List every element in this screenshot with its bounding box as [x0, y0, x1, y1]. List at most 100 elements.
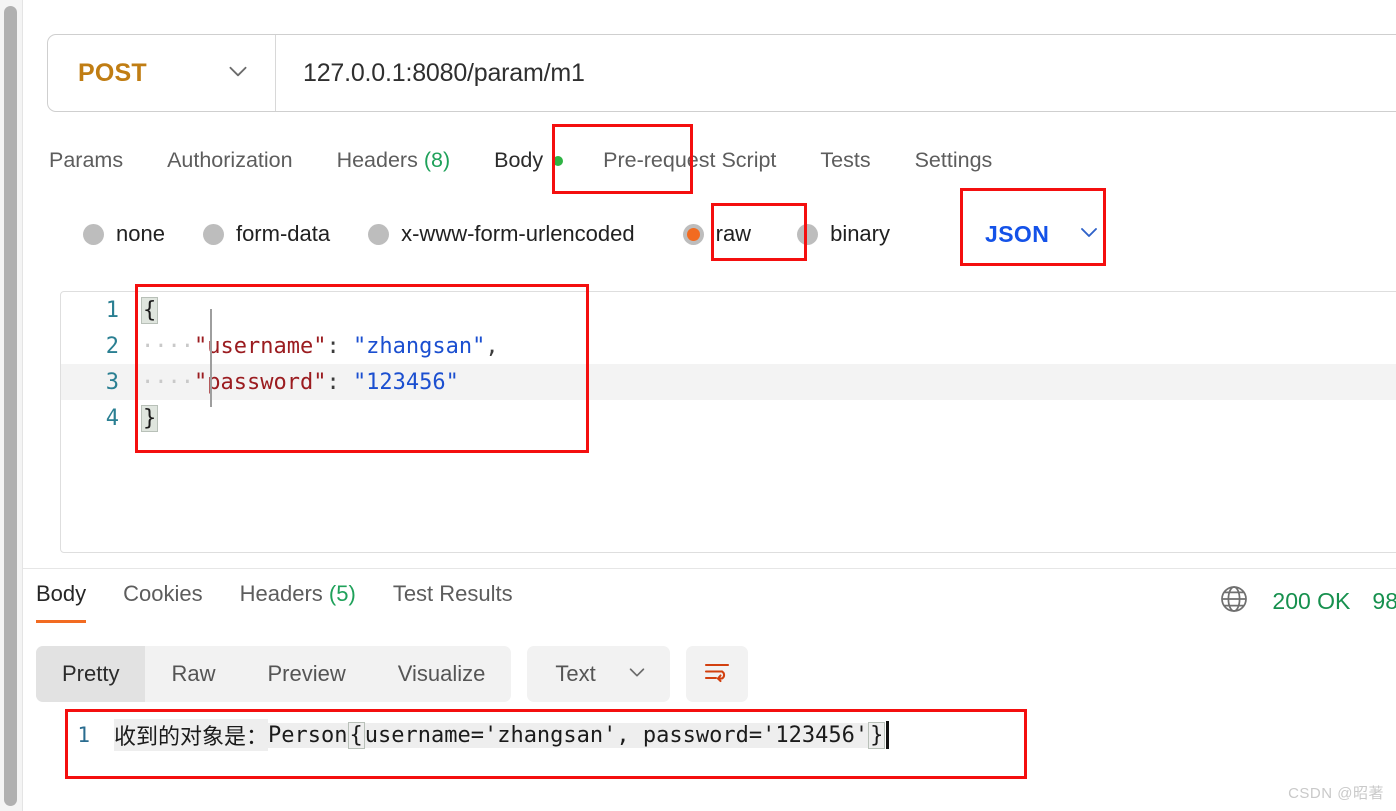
radio-form-data[interactable]: form-data — [202, 221, 331, 247]
radio-raw-label: raw — [715, 221, 752, 246]
viewer-mode-visualize-label: Visualize — [397, 661, 486, 686]
radio-binary-label: binary — [830, 221, 890, 246]
tab-pre-request-script[interactable]: Pre-request Script — [603, 150, 776, 172]
tab-tests-label: Tests — [820, 148, 871, 173]
viewer-mode-visualize[interactable]: Visualize — [372, 646, 512, 702]
code-colon: : — [326, 369, 340, 395]
request-body-editor[interactable]: 1 { 2 ···· "username" : "zhangsan" , 3 ·… — [60, 291, 1396, 553]
url-input[interactable]: 127.0.0.1:8080/param/m1 — [276, 59, 585, 88]
viewer-mode-preview-label: Preview — [267, 661, 346, 686]
tab-pre-request-script-label: Pre-request Script — [603, 148, 777, 173]
text-cursor — [886, 721, 890, 749]
response-tab-cookies[interactable]: Cookies — [123, 581, 202, 623]
tab-tests[interactable]: Tests — [820, 150, 870, 172]
tab-headers-count: (8) — [423, 148, 451, 173]
chevron-down-icon — [626, 661, 648, 688]
response-tab-body[interactable]: Body — [36, 581, 87, 623]
tab-body-label: Body — [494, 148, 544, 173]
response-size: 98 — [1372, 588, 1396, 614]
wrap-lines-button[interactable] — [685, 646, 748, 702]
line-number: 2 — [105, 333, 119, 359]
code-key: "password" — [193, 369, 327, 395]
radio-none[interactable]: none — [83, 221, 165, 247]
code-line-4: 4 } — [61, 400, 1396, 436]
globe-icon — [1218, 583, 1250, 620]
response-code-line-1: 1 收到的对象是： Person { username='zhangsan', … — [36, 714, 1396, 756]
raw-format-label: JSON — [985, 220, 1050, 247]
response-format-selector[interactable]: Text — [527, 646, 670, 702]
code-line-3: 3 ···· "password" : "123456" — [61, 364, 1396, 400]
tab-params[interactable]: Params — [49, 150, 123, 172]
code-indent: ···· — [141, 369, 194, 395]
code-brace-open: { — [141, 296, 159, 324]
code-key: "username" — [193, 333, 327, 359]
radio-raw[interactable]: raw — [682, 221, 752, 247]
response-tab-body-label: Body — [36, 581, 87, 606]
tab-settings[interactable]: Settings — [915, 150, 993, 172]
code-value: "123456" — [352, 369, 459, 395]
code-brace-close: } — [141, 404, 159, 432]
tab-authorization[interactable]: Authorization — [167, 150, 293, 172]
page-scrollbar-thumb[interactable] — [4, 6, 17, 806]
request-pane: POST 127.0.0.1:8080/param/m1 Params Auth… — [23, 0, 1396, 569]
tab-authorization-label: Authorization — [167, 148, 293, 173]
code-line-1: 1 { — [61, 292, 1396, 328]
line-number: 1 — [77, 723, 90, 747]
tab-headers-label: Headers — [336, 148, 418, 173]
radio-binary[interactable]: binary — [797, 221, 890, 247]
response-format-label: Text — [555, 661, 596, 686]
tab-settings-label: Settings — [914, 148, 993, 173]
tab-body[interactable]: Body — [494, 148, 564, 173]
request-tabs: Params Authorization Headers (8) Body Pr… — [49, 133, 1036, 189]
radio-x-www-form-urlencoded[interactable]: x-www-form-urlencoded — [368, 221, 635, 247]
postman-window: POST 127.0.0.1:8080/param/m1 Params Auth… — [0, 0, 1396, 811]
tab-headers[interactable]: Headers (8) — [337, 150, 451, 172]
line-number: 4 — [105, 405, 119, 431]
code-comma: , — [485, 333, 499, 359]
response-text-brace-close: } — [868, 721, 886, 749]
viewer-mode-raw[interactable]: Raw — [145, 646, 241, 702]
page-scrollbar[interactable] — [0, 0, 23, 811]
response-tab-headers-count: (5) — [328, 581, 356, 606]
code-colon: : — [326, 333, 340, 359]
response-pane: Body Cookies Headers (5) Test Results 20… — [23, 569, 1396, 811]
response-tab-test-results-label: Test Results — [392, 581, 513, 606]
status-badge: 200 OK — [1272, 588, 1351, 614]
url-bar: POST 127.0.0.1:8080/param/m1 — [47, 34, 1396, 112]
method-selector[interactable]: POST — [48, 35, 276, 111]
line-number: 1 — [105, 297, 119, 323]
code-line-2: 2 ···· "username" : "zhangsan" , — [61, 328, 1396, 364]
viewer-mode-preview[interactable]: Preview — [241, 646, 371, 702]
response-text-classname: Person — [268, 722, 348, 748]
response-tab-headers[interactable]: Headers (5) — [240, 581, 356, 623]
response-text-prefix: 收到的对象是： — [114, 719, 269, 751]
viewer-mode-raw-label: Raw — [171, 661, 216, 686]
radio-none-label: none — [116, 221, 165, 246]
radio-form-data-label: form-data — [235, 221, 331, 246]
raw-format-selector[interactable]: JSON — [985, 212, 1101, 256]
watermark: CSDN @昭著 — [1288, 785, 1384, 802]
body-type-radio-group: none form-data x-www-form-urlencoded raw… — [83, 212, 928, 256]
code-indent: ···· — [141, 333, 194, 359]
radio-binary-icon — [797, 223, 819, 245]
response-viewer-toolbar: Pretty Raw Preview Visualize Text — [36, 646, 748, 702]
response-tabs: Body Cookies Headers (5) Test Results — [36, 581, 550, 623]
chevron-down-icon — [225, 58, 251, 89]
response-status-bar: 200 OK 98 — [1218, 583, 1396, 620]
viewer-mode-pretty[interactable]: Pretty — [36, 646, 146, 702]
code-value: "zhangsan" — [352, 333, 486, 359]
radio-raw-icon — [682, 223, 704, 245]
response-text-fields: username='zhangsan', password='123456' — [364, 722, 869, 748]
indent-guide — [210, 309, 212, 407]
body-modified-dot-icon — [553, 156, 564, 166]
viewer-mode-pretty-label: Pretty — [62, 661, 120, 686]
response-tab-test-results[interactable]: Test Results — [393, 581, 513, 623]
radio-x-www-form-urlencoded-icon — [368, 223, 390, 245]
response-body-viewer[interactable]: 1 收到的对象是： Person { username='zhangsan', … — [36, 714, 1396, 784]
radio-form-data-icon — [202, 223, 224, 245]
chevron-down-icon — [1077, 220, 1101, 249]
radio-none-icon — [83, 223, 104, 245]
method-label: POST — [78, 58, 147, 87]
